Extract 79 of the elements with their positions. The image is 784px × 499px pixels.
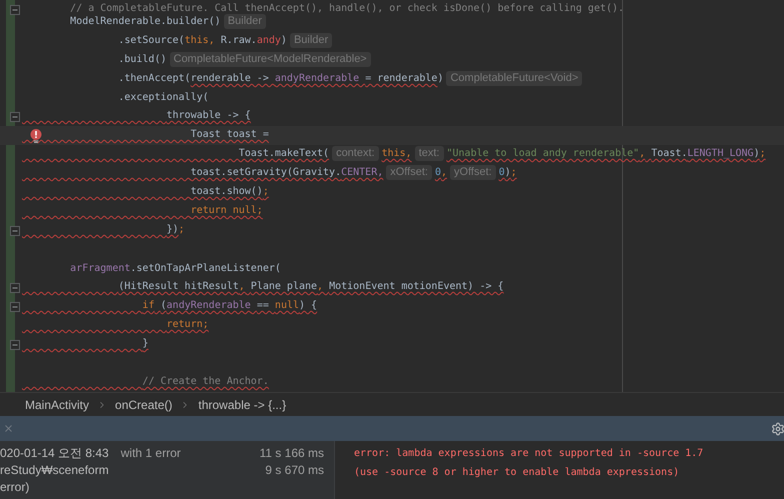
code-text: .setOnTapArPlaneListener( xyxy=(130,262,281,276)
code-text: andy xyxy=(256,34,281,48)
code-text: .thenAccept( xyxy=(118,72,191,86)
code-text: ; xyxy=(262,185,269,199)
code-text: renderable -> xyxy=(190,72,270,86)
code-text: andyRenderable xyxy=(274,72,360,86)
build-tree-item[interactable]: reStudy₩sceneform xyxy=(0,460,109,478)
code-text: return null; xyxy=(190,204,263,218)
code-text: = renderable xyxy=(365,72,438,86)
code-text: toast.show() xyxy=(190,185,263,199)
breadcrumb-item[interactable]: throwable -> {...} xyxy=(198,396,286,414)
inlay-hint: Builder xyxy=(224,14,266,29)
code-text: ; xyxy=(178,223,185,237)
build-tree-item[interactable]: error) xyxy=(0,478,30,496)
code-text: // Create the Anchor. xyxy=(142,375,269,389)
fold-icon[interactable] xyxy=(10,340,20,350)
breadcrumb-item[interactable]: MainActivity xyxy=(25,396,90,414)
fold-icon[interactable] xyxy=(10,302,20,312)
code-text: Plane plane xyxy=(250,280,318,294)
code-text: // a CompletableFuture. Call thenAccept(), handle(), or check isDone() before calling get(). xyxy=(70,2,624,16)
code-text: (HitResult hitResult xyxy=(118,280,239,294)
code-text: "Unable to load andy renderable" xyxy=(446,147,640,161)
inlay-hint: Builder xyxy=(290,33,332,48)
code-text: this, xyxy=(382,147,412,161)
error-message: (use -source 8 or higher to enable lambda expressions) xyxy=(354,466,680,480)
code-text: null xyxy=(274,299,300,313)
code-text: if xyxy=(142,299,154,313)
inlay-hint: text: xyxy=(414,146,444,161)
fold-icon[interactable] xyxy=(10,283,20,293)
code-text: ModelRenderable.builder() xyxy=(70,15,221,29)
build-tree-item[interactable]: 020-01-14 오전 8:43 xyxy=(0,444,109,462)
code-text: ; xyxy=(510,166,517,180)
code-text: ( xyxy=(160,299,167,313)
code-text: Toast toast = xyxy=(190,128,269,142)
code-text: }) xyxy=(166,223,179,237)
code-text: ; xyxy=(760,147,766,161)
breadcrumb-item[interactable]: onCreate() xyxy=(115,396,172,414)
error-message: error: lambda expressions are not supported in -source 1.7 xyxy=(354,447,704,461)
code-text: Toast.makeText( xyxy=(238,147,330,161)
error-bulb-icon[interactable] xyxy=(30,129,42,143)
code-text: return; xyxy=(166,318,209,332)
code-text: arFragment xyxy=(70,262,130,276)
code-text: andyRenderable xyxy=(166,299,251,313)
fold-icon[interactable] xyxy=(10,112,20,122)
code-text: Toast. xyxy=(651,147,688,161)
code-text: , xyxy=(317,280,324,294)
fold-icon[interactable] xyxy=(10,5,20,15)
code-text: MotionEvent motionEvent) -> { xyxy=(329,280,504,294)
code-text: .exceptionally( xyxy=(118,91,209,105)
build-time: 11 s 166 ms xyxy=(260,444,324,462)
code-text: , xyxy=(440,166,448,180)
code-text: this, xyxy=(184,34,215,48)
code-text: throwable -> { xyxy=(166,109,251,123)
code-text: toast.setGravity(Gravity. xyxy=(190,166,342,180)
build-tree-detail: with 1 error xyxy=(120,444,181,462)
settings-icon[interactable] xyxy=(771,422,784,436)
fold-icon[interactable] xyxy=(10,226,20,236)
build-time: 9 s 670 ms xyxy=(265,462,324,478)
inlay-hint: xOffset: xyxy=(386,165,432,180)
code-text: R.raw. xyxy=(220,34,257,48)
code-text: ) xyxy=(504,166,511,180)
code-text: LENGTH_LONG xyxy=(687,147,754,161)
code-text: .build() xyxy=(118,53,166,67)
code-text: , xyxy=(639,147,646,161)
inlay-hint: CompletableFuture<ModelRenderable> xyxy=(170,52,371,67)
code-text: ) xyxy=(437,72,444,86)
code-text: 0 xyxy=(434,166,441,180)
code-text: CENTER, xyxy=(341,166,384,180)
code-text: == xyxy=(256,299,270,313)
inlay-hint: CompletableFuture<Void> xyxy=(446,71,582,86)
code-text: 0 xyxy=(498,166,505,180)
code-text: ) xyxy=(280,34,287,48)
code-text: , xyxy=(238,280,246,294)
code-text: ) xyxy=(754,147,760,161)
inlay-hint: yOffset: xyxy=(450,165,496,180)
code-text: .setSource( xyxy=(118,34,185,48)
code-text: } xyxy=(142,337,148,351)
inlay-hint: context: xyxy=(332,146,379,161)
code-text: ) { xyxy=(299,299,318,313)
